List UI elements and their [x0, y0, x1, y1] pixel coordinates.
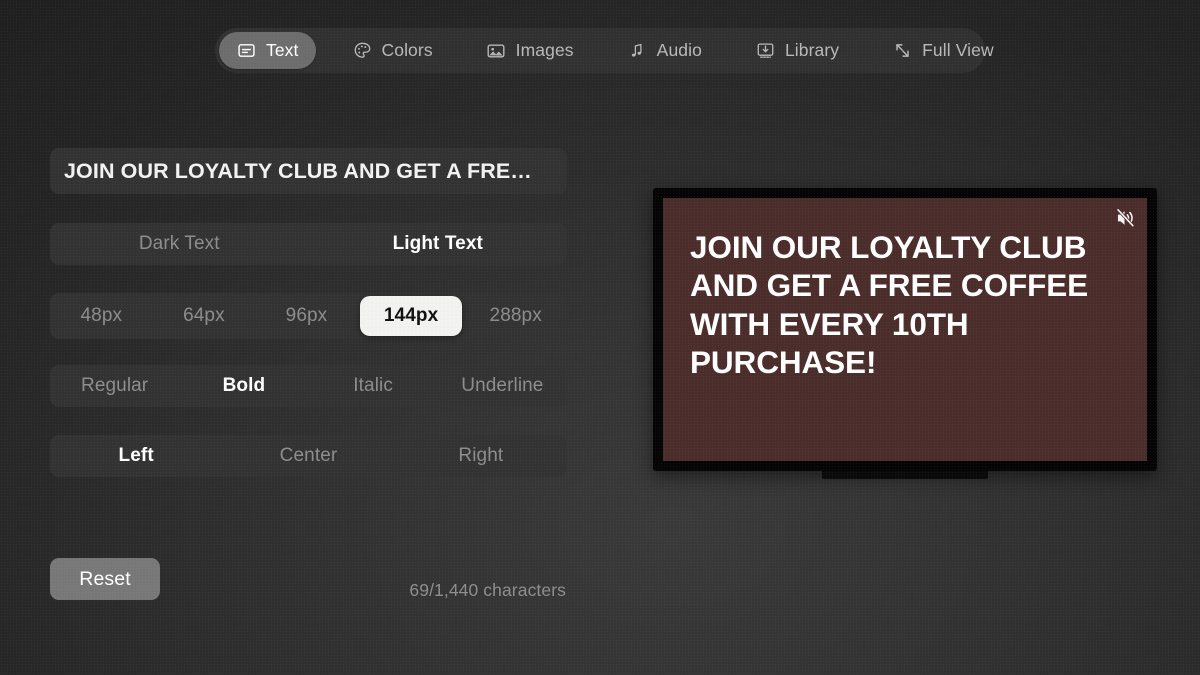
tab-images[interactable]: Images: [469, 32, 591, 69]
tab-colors-label: Colors: [381, 40, 433, 60]
style-option-regular[interactable]: Regular: [50, 365, 179, 407]
tab-colors[interactable]: Colors: [335, 32, 450, 69]
speaker-muted-icon: [1114, 207, 1136, 229]
top-tab-bar: Text Colors Images Audio Library Full Vi…: [215, 28, 994, 73]
style-option-italic[interactable]: Italic: [309, 365, 438, 407]
align-option-right[interactable]: Right: [395, 435, 567, 477]
photo-icon: [486, 40, 507, 61]
style-option-underline[interactable]: Underline: [438, 365, 567, 407]
tray-down-icon: [755, 40, 776, 61]
align-option-left[interactable]: Left: [50, 435, 222, 477]
preview-message: JOIN OUR LOYALTY CLUB AND GET A FREE COF…: [690, 229, 1089, 381]
app-root: Text Colors Images Audio Library Full Vi…: [0, 0, 1200, 675]
style-option-bold[interactable]: Bold: [179, 365, 308, 407]
tv-preview: JOIN OUR LOYALTY CLUB AND GET A FREE COF…: [653, 188, 1157, 479]
theme-option-dark-text[interactable]: Dark Text: [50, 223, 309, 265]
tab-library-label: Library: [784, 40, 840, 60]
theme-option-light-text[interactable]: Light Text: [309, 223, 568, 265]
tab-images-label: Images: [515, 40, 574, 60]
size-option-96px[interactable]: 96px: [255, 293, 358, 339]
tv-screen: JOIN OUR LOYALTY CLUB AND GET A FREE COF…: [663, 198, 1147, 461]
size-option-288px[interactable]: 288px: [464, 293, 567, 339]
tab-full-view[interactable]: Full View: [875, 32, 1011, 69]
tab-full-view-label: Full View: [922, 40, 994, 60]
font-size-segmented-control: 48px 64px 96px 144px 288px: [50, 293, 567, 339]
tab-text-label: Text: [266, 40, 299, 60]
tv-stand: [822, 471, 988, 479]
size-option-48px[interactable]: 48px: [50, 293, 153, 339]
palette-icon: [352, 40, 373, 61]
music-note-icon: [627, 40, 648, 61]
tv-bezel: JOIN OUR LOYALTY CLUB AND GET A FREE COF…: [653, 188, 1157, 471]
tab-library[interactable]: Library: [738, 32, 856, 69]
align-option-center[interactable]: Center: [222, 435, 394, 477]
tab-audio-label: Audio: [656, 40, 702, 60]
text-align-segmented-control: Left Center Right: [50, 435, 567, 477]
reset-button[interactable]: Reset: [50, 558, 160, 600]
size-option-64px[interactable]: 64px: [153, 293, 256, 339]
font-style-segmented-control: Regular Bold Italic Underline: [50, 365, 567, 407]
text-box-icon: [236, 40, 257, 61]
text-theme-segmented-control: Dark Text Light Text: [50, 223, 567, 265]
character-counter: 69/1,440 characters: [409, 580, 566, 600]
message-input-value: JOIN OUR LOYALTY CLUB AND GET A FRE…: [64, 158, 532, 183]
expand-icon: [892, 40, 913, 61]
size-option-144px[interactable]: 144px: [359, 296, 463, 336]
message-input[interactable]: JOIN OUR LOYALTY CLUB AND GET A FRE…: [50, 148, 567, 194]
tab-text[interactable]: Text: [219, 32, 316, 69]
tab-audio[interactable]: Audio: [610, 32, 719, 69]
